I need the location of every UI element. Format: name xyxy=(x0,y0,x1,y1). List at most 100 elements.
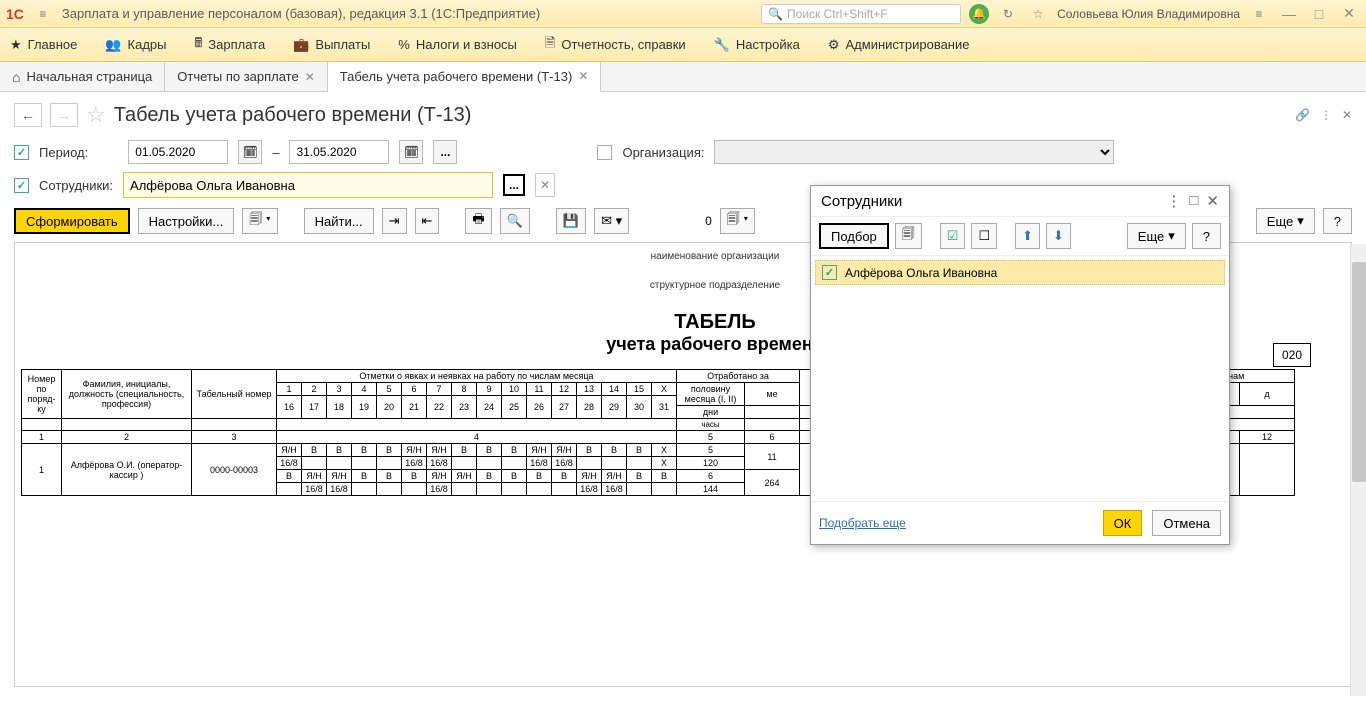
close-icon[interactable]: ✕ xyxy=(578,69,588,83)
maximize-icon[interactable]: □ xyxy=(1189,192,1198,210)
nav-zarplata[interactable]: 🖩Зарплата xyxy=(194,34,265,56)
logo-1c: 1C xyxy=(6,6,24,22)
filters-row-1: ✓ Период: 🗓 – 🗓 ... ✓ Организация: xyxy=(0,136,1366,168)
pick-more-link[interactable]: Подобрать еще xyxy=(819,516,906,530)
uncheck-all-button[interactable]: ☐ xyxy=(971,223,997,249)
page-header: ← → ☆ Табель учета рабочего времени (Т-1… xyxy=(0,92,1366,136)
main-nav: ★Главное 👥Кадры 🖩Зарплата 💼Выплаты %Нало… xyxy=(0,28,1366,62)
nav-admin[interactable]: ⚙Администрирование xyxy=(828,37,970,53)
employees-clear-button[interactable]: ✕ xyxy=(535,173,555,197)
preview-button[interactable]: 🔍 xyxy=(500,208,530,234)
close-icon[interactable]: ✕ xyxy=(1206,192,1219,210)
ok-button[interactable]: ОК xyxy=(1103,510,1143,536)
calendar-icon[interactable]: 🗓 xyxy=(238,140,262,164)
global-search[interactable]: 🔍 Поиск Ctrl+Shift+F xyxy=(761,4,961,24)
modal-more-button[interactable]: Еще ▾ xyxy=(1127,223,1186,249)
close-icon[interactable]: ✕ xyxy=(305,70,315,84)
search-placeholder: Поиск Ctrl+Shift+F xyxy=(787,7,888,21)
modal-list[interactable]: ✓ Алфёрова Ольга Ивановна xyxy=(811,256,1229,501)
percent-icon: % xyxy=(398,37,410,52)
copy-icon-button[interactable]: 🗐 xyxy=(895,223,922,249)
employees-input[interactable] xyxy=(123,172,493,198)
filter-icon[interactable]: ≡ xyxy=(1248,3,1270,25)
scrollbar[interactable] xyxy=(1350,244,1366,696)
period-label: Период: xyxy=(39,145,88,160)
wrench-icon: 🔧 xyxy=(714,37,730,53)
email-button[interactable]: ✉ ▾ xyxy=(594,208,629,234)
nav-nastroika[interactable]: 🔧Настройка xyxy=(714,37,800,53)
nav-otchet[interactable]: 🗎Отчетность, справки xyxy=(545,34,686,56)
link-icon[interactable]: 🔗 xyxy=(1295,108,1310,122)
more-button[interactable]: Еще ▾ xyxy=(1256,208,1315,234)
history-icon[interactable]: ↻ xyxy=(997,3,1019,25)
th-tabnum: Табельный номер xyxy=(192,370,277,419)
th-half: половину месяца (I, II) xyxy=(677,383,745,406)
variant-count: 0 xyxy=(705,214,712,228)
window-minimize[interactable]: — xyxy=(1278,6,1300,22)
list-item[interactable]: ✓ Алфёрова Ольга Ивановна xyxy=(815,260,1225,285)
generate-button[interactable]: Сформировать xyxy=(14,208,130,234)
th-worked: Отработано за xyxy=(677,370,800,383)
tab-reports[interactable]: Отчеты по зарплате✕ xyxy=(165,62,328,91)
nav-kadry[interactable]: 👥Кадры xyxy=(105,37,166,53)
help-button[interactable]: ? xyxy=(1323,208,1352,234)
window-restore[interactable]: □ xyxy=(1308,6,1330,22)
find-button[interactable]: Найти... xyxy=(304,208,374,234)
favorite-star[interactable]: ☆ xyxy=(86,102,106,128)
report-icon: 🗎 xyxy=(545,34,555,56)
scroll-thumb[interactable] xyxy=(1352,262,1366,482)
people-icon: 👥 xyxy=(105,37,121,53)
collapse-button[interactable]: ⇤ xyxy=(415,208,440,234)
settings-button[interactable]: Настройки... xyxy=(138,208,235,234)
search-icon: 🔍 xyxy=(768,7,783,21)
expand-button[interactable]: ⇥ xyxy=(382,208,407,234)
th-num: Номер по поряд-ку xyxy=(22,370,62,419)
print-button[interactable]: 🖶 xyxy=(465,208,491,234)
tab-tabel[interactable]: Табель учета рабочего времени (Т-13)✕ xyxy=(328,62,602,92)
gear-icon: ⚙ xyxy=(828,37,840,53)
move-up-button[interactable]: ⬆ xyxy=(1015,223,1040,249)
bell-icon[interactable]: 🔔 xyxy=(969,4,989,24)
window-close[interactable]: ✕ xyxy=(1338,5,1360,22)
star-icon[interactable]: ☆ xyxy=(1027,3,1049,25)
nav-vyplaty[interactable]: 💼Выплаты xyxy=(293,37,370,53)
date-to-input[interactable] xyxy=(289,140,389,164)
copy-button[interactable]: 🗐 ▾ xyxy=(242,208,277,234)
move-down-button[interactable]: ⬇ xyxy=(1046,223,1071,249)
employees-checkbox[interactable]: ✓ xyxy=(14,178,29,193)
check-all-button[interactable]: ☑ xyxy=(940,223,966,249)
nav-nalogi[interactable]: %Налоги и взносы xyxy=(398,37,517,52)
date-from-input[interactable] xyxy=(128,140,228,164)
back-button[interactable]: ← xyxy=(14,103,42,127)
tabs-bar: ⌂Начальная страница Отчеты по зарплате✕ … xyxy=(0,62,1366,92)
more-vert-icon[interactable]: ⋮ xyxy=(1166,192,1181,210)
variants-button[interactable]: 🗐 ▾ xyxy=(720,208,755,234)
modal-titlebar: Сотрудники ⋮ □ ✕ xyxy=(811,186,1229,217)
cancel-button[interactable]: Отмена xyxy=(1152,510,1221,536)
menu-icon[interactable]: ≡ xyxy=(32,3,54,25)
employees-modal: Сотрудники ⋮ □ ✕ Подбор 🗐 ☑ ☐ ⬆ ⬇ Еще ▾ … xyxy=(810,185,1230,545)
org-checkbox[interactable]: ✓ xyxy=(597,145,612,160)
calendar-icon[interactable]: 🗓 xyxy=(399,140,423,164)
employees-picker-button[interactable]: ... xyxy=(503,174,525,196)
item-checkbox[interactable]: ✓ xyxy=(822,265,837,280)
more-vert-icon[interactable]: ⋮ xyxy=(1320,108,1332,122)
modal-footer: Подобрать еще ОК Отмена xyxy=(811,501,1229,544)
wallet-icon: 💼 xyxy=(293,37,309,53)
period-picker-button[interactable]: ... xyxy=(433,140,457,164)
modal-title: Сотрудники xyxy=(821,193,902,210)
org-select[interactable] xyxy=(714,140,1114,164)
nav-main[interactable]: ★Главное xyxy=(10,37,77,53)
star-filled-icon: ★ xyxy=(10,37,22,53)
forward-button[interactable]: → xyxy=(50,103,78,127)
save-button[interactable]: 💾 xyxy=(556,208,586,234)
page-close-icon[interactable]: ✕ xyxy=(1342,108,1352,122)
tab-home[interactable]: ⌂Начальная страница xyxy=(0,62,165,91)
th-attendance: Отметки о явках и неявках на работу по ч… xyxy=(277,370,677,383)
org-label: Организация: xyxy=(622,145,704,160)
modal-help-button[interactable]: ? xyxy=(1192,223,1221,249)
pick-button[interactable]: Подбор xyxy=(819,223,889,249)
calc-icon: 🖩 xyxy=(194,34,202,56)
period-checkbox[interactable]: ✓ xyxy=(14,145,29,160)
user-name[interactable]: Соловьева Юлия Владимировна xyxy=(1057,7,1240,21)
